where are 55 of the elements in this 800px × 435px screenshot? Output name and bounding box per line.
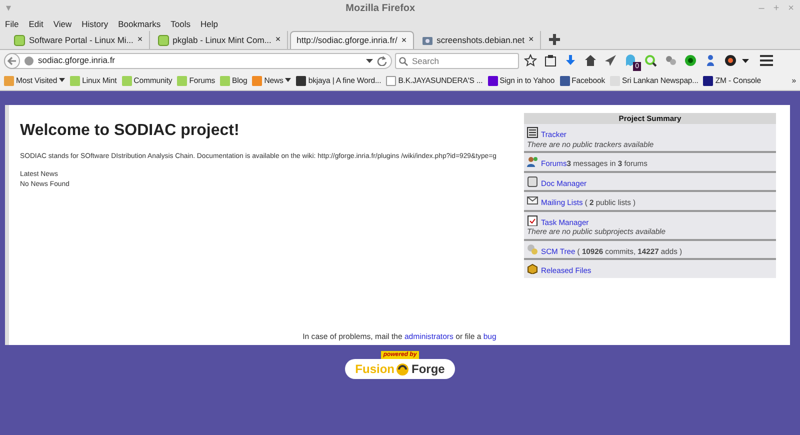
tab-close-button[interactable]: × bbox=[137, 33, 143, 47]
package-icon bbox=[527, 263, 538, 274]
tab-title: pkglab - Linux Mint Com... bbox=[172, 34, 272, 46]
square-icon bbox=[703, 76, 714, 86]
menu-item[interactable]: File bbox=[5, 20, 19, 28]
tab-title: screenshots.debian.net bbox=[436, 34, 524, 46]
home-icon[interactable] bbox=[584, 54, 597, 68]
dropdown-icon bbox=[742, 58, 749, 64]
tab-close-button[interactable]: × bbox=[401, 34, 407, 48]
tab-close-button[interactable]: × bbox=[275, 33, 281, 47]
new-tab-icon[interactable] bbox=[548, 34, 560, 45]
active-tab-background[interactable]: http://sodiac.gforge.inria.fr/ × bbox=[290, 31, 414, 49]
search-field[interactable]: Search bbox=[395, 52, 519, 68]
tab-title: http://sodiac.gforge.inria.fr/ bbox=[296, 34, 398, 47]
search-icon bbox=[399, 56, 408, 66]
menu-item[interactable]: Help bbox=[200, 20, 218, 28]
download-icon[interactable] bbox=[564, 54, 577, 68]
tab-title: Software Portal - Linux Mi... bbox=[29, 34, 134, 46]
menu-item[interactable]: Bookmarks bbox=[118, 20, 161, 28]
url-field[interactable]: sodiac.gforge.inria.fr bbox=[4, 52, 392, 68]
clipboard-icon bbox=[527, 214, 538, 226]
caret-icon bbox=[59, 78, 66, 83]
logo-word: Forge bbox=[411, 361, 445, 378]
page-heading: Welcome to SODIAC project! bbox=[20, 121, 240, 140]
magnifier-icon[interactable] bbox=[644, 54, 657, 68]
menu-item[interactable]: Tools bbox=[170, 20, 190, 28]
tab-background[interactable]: Software Portal - Linux Mi... × bbox=[8, 31, 150, 49]
logo-word: Fusion bbox=[355, 361, 394, 378]
page-icon bbox=[386, 76, 396, 86]
dropdown-icon bbox=[366, 58, 373, 64]
camera-icon bbox=[422, 34, 433, 46]
window-title: Mozilla Firefox bbox=[344, 2, 416, 16]
envelope-icon bbox=[527, 195, 538, 206]
url-text: sodiac.gforge.inria.fr bbox=[38, 54, 116, 67]
ghost-icon[interactable] bbox=[624, 54, 637, 68]
tab-close-button[interactable]: × bbox=[528, 33, 534, 47]
tab-background[interactable]: screenshots.debian.net × bbox=[416, 31, 541, 49]
figure-icon[interactable] bbox=[704, 54, 717, 68]
menu-icon[interactable] bbox=[760, 55, 773, 66]
paper-plane-icon[interactable] bbox=[604, 54, 617, 68]
caret-icon bbox=[285, 78, 292, 83]
clipboard-icon[interactable] bbox=[544, 54, 557, 68]
tracker-icon bbox=[527, 127, 538, 138]
reload-icon bbox=[377, 56, 387, 66]
ring-icon[interactable] bbox=[684, 54, 697, 68]
menu-item[interactable]: History bbox=[82, 20, 108, 28]
square-icon bbox=[560, 76, 570, 86]
back-icon[interactable] bbox=[4, 52, 20, 68]
color-wheel-icon[interactable] bbox=[724, 54, 737, 68]
square-icon bbox=[488, 76, 498, 86]
menu-item[interactable]: View bbox=[53, 20, 72, 28]
menu-item[interactable]: Edit bbox=[28, 20, 44, 28]
star-icon[interactable] bbox=[524, 54, 537, 68]
tab-background[interactable]: pkglab - Linux Mint Com... × bbox=[152, 31, 288, 49]
people-icon bbox=[527, 156, 538, 168]
